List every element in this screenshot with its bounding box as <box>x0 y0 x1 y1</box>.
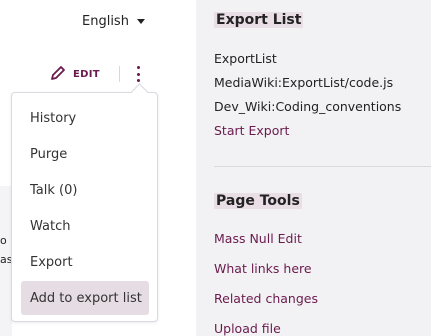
export-list-item: MediaWiki:ExportList/code.js <box>214 75 394 90</box>
what-links-here-link[interactable]: What links here <box>214 261 312 276</box>
menu-item-add-to-export-list[interactable]: Add to export list <box>21 281 149 315</box>
menu-item-export[interactable]: Export <box>21 245 149 279</box>
menu-item-talk[interactable]: Talk (0) <box>21 173 149 207</box>
mass-null-edit-link[interactable]: Mass Null Edit <box>214 231 302 246</box>
sidebar: Export List ExportList MediaWiki:ExportL… <box>214 0 431 336</box>
more-actions-icon[interactable] <box>134 64 142 84</box>
edit-button[interactable]: EDIT <box>49 64 100 85</box>
edit-label: EDIT <box>73 69 100 80</box>
language-label: English <box>82 14 129 29</box>
related-changes-link[interactable]: Related changes <box>214 291 318 306</box>
section-divider <box>214 166 431 167</box>
menu-item-purge[interactable]: Purge <box>21 137 149 171</box>
export-list-item: ExportList <box>214 51 277 66</box>
start-export-link[interactable]: Start Export <box>214 123 289 138</box>
language-selector[interactable]: English <box>82 14 145 29</box>
actions-dropdown: History Purge Talk (0) Watch Export Add … <box>11 83 158 322</box>
menu-item-watch[interactable]: Watch <box>21 209 149 243</box>
pencil-icon <box>49 64 67 85</box>
dropdown-pointer <box>130 83 149 102</box>
export-list-heading: Export List <box>214 12 304 28</box>
clipped-text-fragment: o <box>0 234 7 247</box>
page-actions-area: o as English EDIT History Purge Talk (0)… <box>0 0 196 336</box>
menu-item-history[interactable]: History <box>21 101 149 135</box>
export-list-item: Dev_Wiki:Coding_conventions <box>214 99 402 114</box>
page-tools-heading: Page Tools <box>214 193 302 209</box>
upload-file-link[interactable]: Upload file <box>214 321 281 336</box>
caret-down-icon <box>136 19 145 24</box>
divider <box>119 66 120 82</box>
